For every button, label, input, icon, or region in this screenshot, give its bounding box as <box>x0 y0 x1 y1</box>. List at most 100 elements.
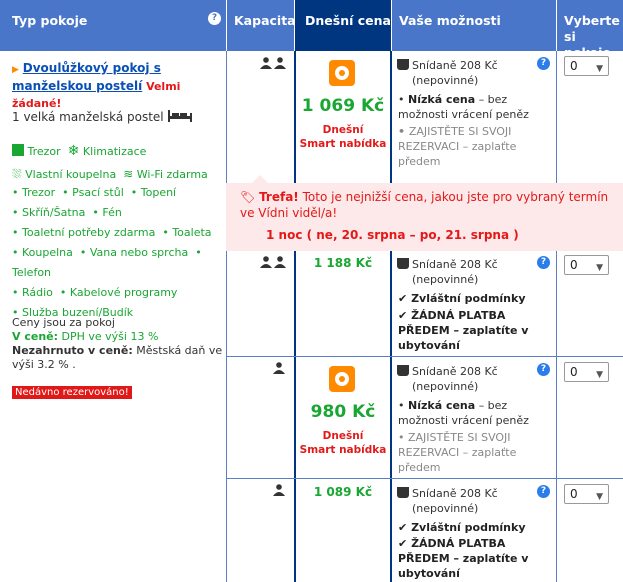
row-divider <box>226 478 623 479</box>
facility-item: Koupelna <box>22 246 73 259</box>
price: 1 188 Kč <box>313 256 373 270</box>
check-icon: ✔ <box>398 309 408 322</box>
bed-label: 1 velká manželská postel <box>12 110 164 124</box>
arrow-right-icon: ▶ <box>12 65 19 75</box>
facility-item: Psací stůl <box>72 186 124 199</box>
option-breakfast: Snídaně 208 Kč (nepovinné) <box>397 364 547 394</box>
facility-item: Vana nebo sprcha <box>89 246 189 259</box>
check-icon: ✔ <box>398 521 408 534</box>
header-your-options-label: Vaše možnosti <box>399 13 501 28</box>
header-today-price-label: Dnešní cena <box>305 13 391 28</box>
coffee-cup-icon <box>397 365 409 376</box>
header-select-rooms-label: Vyberte si pokoje <box>564 13 620 60</box>
breakfast-optional: (nepovinné) <box>412 273 479 286</box>
smart-deal-label: Dnešní Smart nabídka <box>295 123 391 151</box>
row-divider <box>226 356 623 357</box>
vat-value: DPH ve výši 13 % <box>61 330 159 343</box>
chevron-down-icon: ▼ <box>596 492 603 502</box>
facility-item: Fén <box>102 206 122 219</box>
option-low-price: • Nízká cena – bez možnosti vrácení peně… <box>398 93 529 121</box>
header-capacity: Kapacita <box>227 0 296 51</box>
safe-icon <box>12 144 24 156</box>
room-quantity-select[interactable]: 0 ▼ <box>564 255 609 275</box>
room-quantity-select[interactable]: 0 ▼ <box>564 484 609 504</box>
help-icon[interactable]: ? <box>537 485 550 498</box>
breakfast-optional: (nepovinné) <box>412 502 479 515</box>
help-icon[interactable]: ? <box>208 12 221 25</box>
option-breakfast: Snídaně 208 Kč (nepovinné) <box>397 257 547 287</box>
chevron-down-icon: ▼ <box>596 64 603 74</box>
no-prepayment-text: ŽÁDNÁ PLATBA PŘEDEM – zaplatíte v ubytov… <box>398 537 529 580</box>
price-notes: Ceny jsou za pokoj V ceně: DPH ve výši 1… <box>12 316 224 372</box>
facility-item: Toaletní potřeby zdarma <box>22 226 156 239</box>
chevron-down-icon: ▼ <box>596 263 603 273</box>
option-prepay: • ZAJISTĚTE SI SVOJI REZERVACI – zaplaťt… <box>398 431 517 474</box>
header-your-options: Vaše možnosti <box>392 0 556 51</box>
tooltip-text: 🏷 Trefa! Toto je nejnižší cena, jakou js… <box>240 189 618 221</box>
help-icon[interactable]: ? <box>537 57 550 70</box>
header-room-type: Typ pokoje ? <box>0 0 226 51</box>
column-divider <box>226 51 227 582</box>
option-breakfast: Snídaně 208 Kč (nepovinné) <box>397 486 547 516</box>
one-person-icon <box>273 484 285 496</box>
select-value: 0 <box>570 487 578 501</box>
wifi-icon: ≋ <box>123 167 134 181</box>
coffee-cup-icon <box>397 59 409 70</box>
facility-item: Klimatizace <box>82 145 147 158</box>
smart-deal-line: Dnešní <box>322 124 364 136</box>
coffee-cup-icon <box>397 487 409 498</box>
option-no-prepayment: ✔ ŽÁDNÁ PLATBA PŘEDEM – zaplatíte v ubyt… <box>398 308 552 353</box>
two-persons-icon <box>260 57 286 69</box>
breakfast-price: Snídaně 208 Kč <box>412 365 498 378</box>
room-quantity-select[interactable]: 0 ▼ <box>564 56 609 76</box>
room-quantity-select[interactable]: 0 ▼ <box>564 362 609 382</box>
help-icon[interactable]: ? <box>537 363 550 376</box>
header-room-type-label: Typ pokoje <box>12 13 88 28</box>
facility-item: Topení <box>140 186 177 199</box>
option-low-price: • Nízká cena – bez možnosti vrácení peně… <box>398 399 529 427</box>
smart-deal-icon <box>329 366 355 392</box>
option-breakfast: Snídaně 208 Kč (nepovinné) <box>397 58 547 88</box>
help-icon[interactable]: ? <box>537 256 550 269</box>
header-capacity-label: Kapacita <box>234 13 296 28</box>
room-name-link[interactable]: Dvoulůžkový pokoj s manželskou postelí <box>12 61 161 93</box>
price: 1 089 Kč <box>313 485 373 499</box>
header-select-rooms: Vyberte si pokoje <box>557 0 623 60</box>
smart-deal-label: Dnešní Smart nabídka <box>295 429 391 457</box>
select-value: 0 <box>570 59 578 73</box>
facility-item: Trezor <box>27 145 61 158</box>
low-price-label: Nízká cena <box>408 399 476 412</box>
recently-booked-badge: Nedávno rezervováno! <box>12 386 132 399</box>
two-persons-icon <box>260 256 286 268</box>
column-divider <box>556 51 557 582</box>
facilities-highlighted: Trezor ❄ Klimatizace ⛆ Vlastní koupelna … <box>12 140 222 186</box>
special-conditions-text: Zvláštní podmínky <box>411 521 526 534</box>
tooltip-label: Trefa! <box>259 190 299 204</box>
breakfast-price: Snídaně 208 Kč <box>412 258 498 271</box>
tooltip-arrow <box>252 175 268 183</box>
check-icon: ✔ <box>398 292 408 305</box>
facility-item: Skříň/Šatna <box>22 206 86 219</box>
breakfast-optional: (nepovinné) <box>412 74 479 87</box>
select-value: 0 <box>570 258 578 272</box>
chevron-down-icon: ▼ <box>596 370 603 380</box>
price: 980 Kč <box>310 402 376 422</box>
prepay-text: ZAJISTĚTE SI SVOJI REZERVACI – zaplaťte … <box>398 431 517 474</box>
option-no-prepayment: ✔ ŽÁDNÁ PLATBA PŘEDEM – zaplatíte v ubyt… <box>398 536 552 581</box>
best-price-tooltip: 🏷 Trefa! Toto je nejnižší cena, jakou js… <box>226 183 623 251</box>
excl-label: Nezahrnuto v ceně: <box>12 344 133 357</box>
smart-deal-line: Smart nabídka <box>299 138 387 150</box>
low-price-label: Nízká cena <box>408 93 476 106</box>
prepay-text: ZAJISTĚTE SI SVOJI REZERVACI – zaplaťte … <box>398 125 517 168</box>
facilities-list: • Trezor • Psací stůl • Topení • Skříň/Š… <box>12 186 212 319</box>
shower-icon: ⛆ <box>12 167 22 181</box>
facility-item: Telefon <box>12 266 52 279</box>
facility-item: Toaleta <box>172 226 212 239</box>
facility-item: Wi-Fi zdarma <box>136 168 208 181</box>
option-special-conditions: ✔ Zvláštní podmínky <box>398 291 552 306</box>
smart-deal-line: Dnešní <box>322 430 364 442</box>
room-title: ▶ Dvoulůžkový pokoj s manželskou postelí… <box>12 60 222 112</box>
option-prepay: • ZAJISTĚTE SI SVOJI REZERVACI – zaplaťt… <box>398 125 517 168</box>
special-conditions-text: Zvláštní podmínky <box>411 292 526 305</box>
no-prepayment-text: ŽÁDNÁ PLATBA PŘEDEM – zaplatíte v ubytov… <box>398 309 529 352</box>
